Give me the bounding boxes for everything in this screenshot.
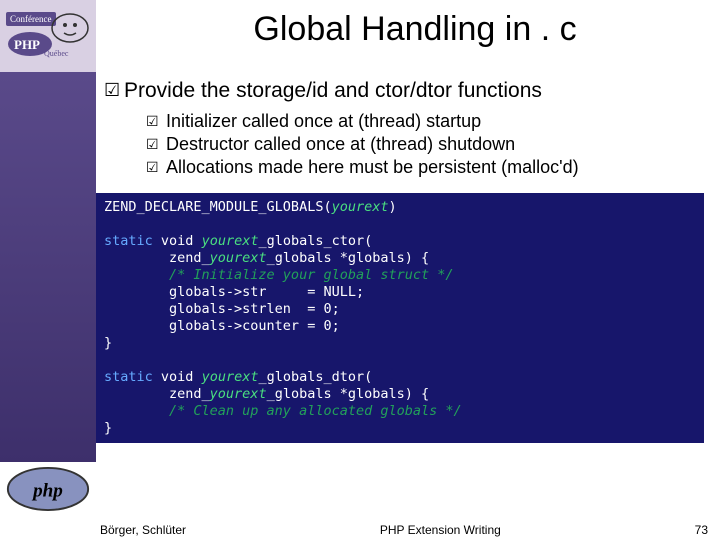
sub-text: Destructor called once at (thread) shutd… xyxy=(166,133,515,155)
code-text: } xyxy=(104,420,112,436)
code-text: ZEND_DECLARE_MODULE_GLOBALS( xyxy=(104,199,332,215)
code-text: void xyxy=(153,233,202,249)
check-icon: ☑ xyxy=(104,78,124,102)
code-text: zend_ xyxy=(104,250,210,266)
svg-text:Conférence: Conférence xyxy=(10,14,51,24)
code-ident: yourext xyxy=(202,369,259,385)
slide: Conférence PHP Québec php Global Handlin… xyxy=(0,0,720,540)
slide-content: ☑ Provide the storage/id and ctor/dtor f… xyxy=(96,72,712,443)
slide-title: Global Handling in . c xyxy=(120,10,710,49)
svg-text:php: php xyxy=(31,481,63,502)
conference-logo: Conférence PHP Québec xyxy=(0,0,96,72)
php-logo: php xyxy=(0,458,96,520)
sidebar: Conférence PHP Québec php xyxy=(0,0,96,540)
check-icon: ☑ xyxy=(146,133,166,155)
footer-title: PHP Extension Writing xyxy=(186,523,695,537)
code-text: _globals_ctor( xyxy=(258,233,372,249)
lead-text: Provide the storage/id and ctor/dtor fun… xyxy=(124,78,542,104)
sidebar-gradient xyxy=(0,72,96,462)
code-text xyxy=(104,216,112,232)
code-text: _globals *globals) { xyxy=(267,250,430,266)
code-keyword: static xyxy=(104,233,153,249)
sub-bullet-list: ☑ Initializer called once at (thread) st… xyxy=(96,108,712,189)
page-number: 73 xyxy=(695,523,714,537)
check-icon: ☑ xyxy=(146,156,166,178)
svg-text:Québec: Québec xyxy=(44,49,69,58)
footer: Börger, Schlüter PHP Extension Writing 7… xyxy=(100,523,714,537)
code-text: _globals_dtor( xyxy=(258,369,372,385)
sub-bullet: ☑ Initializer called once at (thread) st… xyxy=(146,110,702,132)
check-icon: ☑ xyxy=(146,110,166,132)
code-text: void xyxy=(153,369,202,385)
code-comment: /* Clean up any allocated globals */ xyxy=(104,403,462,419)
code-block: ZEND_DECLARE_MODULE_GLOBALS(yourext) sta… xyxy=(96,193,704,443)
code-text: ) xyxy=(388,199,396,215)
code-ident: yourext xyxy=(210,250,267,266)
svg-text:PHP: PHP xyxy=(14,37,40,52)
code-text xyxy=(104,352,112,368)
sub-text: Initializer called once at (thread) star… xyxy=(166,110,481,132)
footer-authors: Börger, Schlüter xyxy=(100,523,186,537)
code-keyword: static xyxy=(104,369,153,385)
code-text: globals->counter = 0; xyxy=(104,318,340,334)
code-comment: /* Initialize your global struct */ xyxy=(104,267,454,283)
code-text: zend_ xyxy=(104,386,210,402)
sub-text: Allocations made here must be persistent… xyxy=(166,156,579,178)
lead-bullet: ☑ Provide the storage/id and ctor/dtor f… xyxy=(96,72,712,108)
code-text: } xyxy=(104,335,112,351)
code-text: globals->str = NULL; xyxy=(104,284,364,300)
code-text: globals->strlen = 0; xyxy=(104,301,340,317)
code-text: _globals *globals) { xyxy=(267,386,430,402)
sub-bullet: ☑ Destructor called once at (thread) shu… xyxy=(146,133,702,155)
code-ident: yourext xyxy=(332,199,389,215)
code-ident: yourext xyxy=(202,233,259,249)
code-ident: yourext xyxy=(210,386,267,402)
sub-bullet: ☑ Allocations made here must be persiste… xyxy=(146,156,702,178)
